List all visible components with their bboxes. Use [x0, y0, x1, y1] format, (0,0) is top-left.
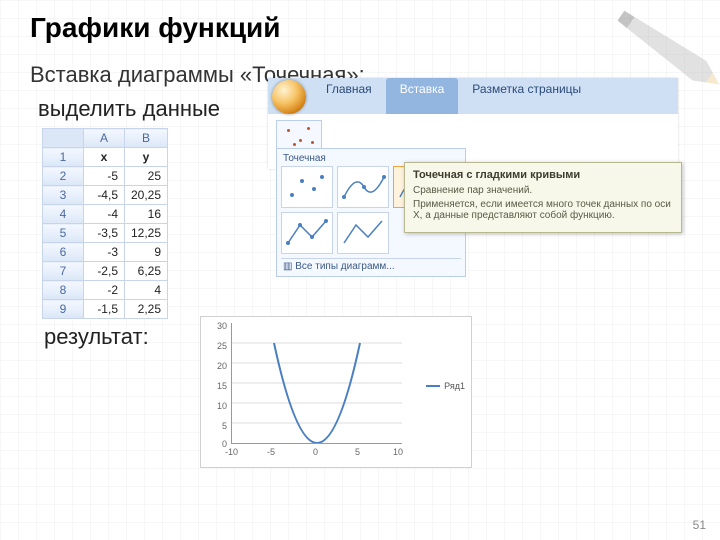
cell[interactable]: -4,5 [84, 186, 125, 205]
page-title: Графики функций [0, 0, 720, 48]
row-header[interactable]: 2 [43, 167, 84, 186]
col-header-b[interactable]: B [125, 129, 168, 148]
result-chart: 30 25 20 15 10 5 0 -10 -5 0 5 10 Ряд1 [200, 316, 472, 468]
cell[interactable]: 6,25 [125, 262, 168, 281]
tooltip-title: Точечная с гладкими кривыми [413, 169, 673, 181]
xtick: -5 [267, 447, 275, 457]
row-header[interactable]: 6 [43, 243, 84, 262]
ytick: 25 [203, 341, 227, 351]
ytick: 5 [203, 421, 227, 431]
select-data-label: выделить данные [38, 96, 220, 122]
cell[interactable]: -3,5 [84, 224, 125, 243]
xtick: 0 [313, 447, 318, 457]
parabola-plot [231, 323, 402, 444]
ytick: 20 [203, 361, 227, 371]
cell[interactable]: y [125, 148, 168, 167]
tab-home[interactable]: Главная [312, 78, 386, 114]
cell[interactable]: 20,25 [125, 186, 168, 205]
tab-page-layout[interactable]: Разметка страницы [458, 78, 595, 114]
tab-insert[interactable]: Вставка [386, 78, 459, 114]
gallery-scatter-markers[interactable] [281, 166, 333, 208]
cell[interactable]: -2,5 [84, 262, 125, 281]
cell[interactable]: -2 [84, 281, 125, 300]
cell[interactable]: 4 [125, 281, 168, 300]
gallery-scatter-lines[interactable] [337, 212, 389, 254]
legend-swatch [426, 385, 440, 387]
page-number: 51 [693, 518, 706, 532]
row-header[interactable]: 1 [43, 148, 84, 167]
all-chart-types-link[interactable]: ▥ Все типы диаграмм... [281, 258, 461, 274]
bar-icon: ▥ [283, 261, 292, 272]
cell[interactable]: -5 [84, 167, 125, 186]
cell[interactable]: 25 [125, 167, 168, 186]
xtick: 10 [393, 447, 403, 457]
sheet-corner[interactable] [43, 129, 84, 148]
tooltip-line: Применяется, если имеется много точек да… [413, 199, 673, 221]
ytick: 30 [203, 321, 227, 331]
gallery-scatter-smooth-markers[interactable] [337, 166, 389, 208]
gallery-scatter-lines-markers[interactable] [281, 212, 333, 254]
row-header[interactable]: 3 [43, 186, 84, 205]
row-header[interactable]: 8 [43, 281, 84, 300]
cell[interactable]: 16 [125, 205, 168, 224]
chart-type-tooltip: Точечная с гладкими кривыми Сравнение па… [404, 162, 682, 233]
row-header[interactable]: 4 [43, 205, 84, 224]
office-button-icon[interactable] [272, 80, 306, 114]
legend-label: Ряд1 [444, 381, 465, 391]
cell[interactable]: 12,25 [125, 224, 168, 243]
cell[interactable]: 9 [125, 243, 168, 262]
spreadsheet: A B 1xy 2-525 3-4,520,25 4-416 5-3,512,2… [42, 128, 168, 319]
tooltip-line: Сравнение пар значений. [413, 185, 673, 196]
row-header[interactable]: 5 [43, 224, 84, 243]
xtick: 5 [355, 447, 360, 457]
xtick: -10 [225, 447, 238, 457]
col-header-a[interactable]: A [84, 129, 125, 148]
result-label: результат: [44, 324, 149, 350]
cell[interactable]: x [84, 148, 125, 167]
chart-legend: Ряд1 [426, 381, 465, 391]
ytick: 0 [203, 439, 227, 449]
cell[interactable]: -4 [84, 205, 125, 224]
cell[interactable]: -3 [84, 243, 125, 262]
ytick: 15 [203, 381, 227, 391]
row-header[interactable]: 7 [43, 262, 84, 281]
ytick: 10 [203, 401, 227, 411]
